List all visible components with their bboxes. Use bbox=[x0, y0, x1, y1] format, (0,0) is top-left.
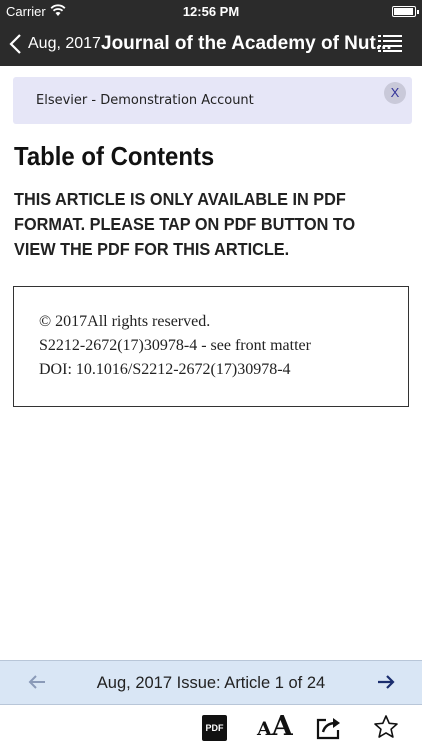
page-title: Table of Contents bbox=[14, 141, 215, 171]
article-info-box: © 2017All rights reserved. S2212-2672(17… bbox=[13, 286, 409, 407]
chevron-left-icon bbox=[9, 34, 21, 54]
close-banner-button[interactable]: X bbox=[384, 82, 406, 104]
list-menu-icon[interactable] bbox=[378, 34, 402, 54]
pdf-button[interactable]: PDF bbox=[202, 715, 227, 741]
bottom-toolbar: PDF AA bbox=[0, 705, 422, 750]
back-button[interactable]: Aug, 2017 bbox=[8, 30, 101, 58]
account-name: Elsevier - Demonstration Account bbox=[36, 93, 254, 108]
font-size-big-glyph: A bbox=[271, 711, 293, 742]
article-position-label: Aug, 2017 Issue: Article 1 of 24 bbox=[96, 674, 326, 692]
doi-line: DOI: 10.1016/S2212-2672(17)30978-4 bbox=[39, 361, 291, 378]
font-size-small-glyph: A bbox=[257, 718, 272, 740]
article-id-line: S2212-2672(17)30978-4 - see front matter bbox=[39, 337, 311, 354]
pdf-only-notice: THIS ARTICLE IS ONLY AVAILABLE IN PDF FO… bbox=[14, 189, 356, 259]
share-icon[interactable] bbox=[316, 714, 342, 740]
font-size-button[interactable]: AA bbox=[257, 711, 293, 742]
battery-icon bbox=[392, 6, 419, 17]
navigation-bar: Aug, 2017 Journal of the Academy of Nut.… bbox=[0, 22, 422, 66]
copyright-line: © 2017All rights reserved. bbox=[39, 313, 211, 330]
back-label: Aug, 2017 bbox=[28, 35, 101, 52]
status-bar: Carrier 12:56 PM bbox=[0, 0, 422, 22]
star-icon[interactable] bbox=[373, 714, 399, 740]
arrow-right-icon[interactable] bbox=[377, 672, 395, 692]
issue-navigation-bar: Aug, 2017 Issue: Article 1 of 24 bbox=[0, 660, 422, 705]
clock: 12:56 PM bbox=[182, 4, 240, 19]
journal-title: Journal of the Academy of Nut... bbox=[101, 33, 392, 54]
account-banner: Elsevier - Demonstration Account X bbox=[13, 77, 412, 124]
